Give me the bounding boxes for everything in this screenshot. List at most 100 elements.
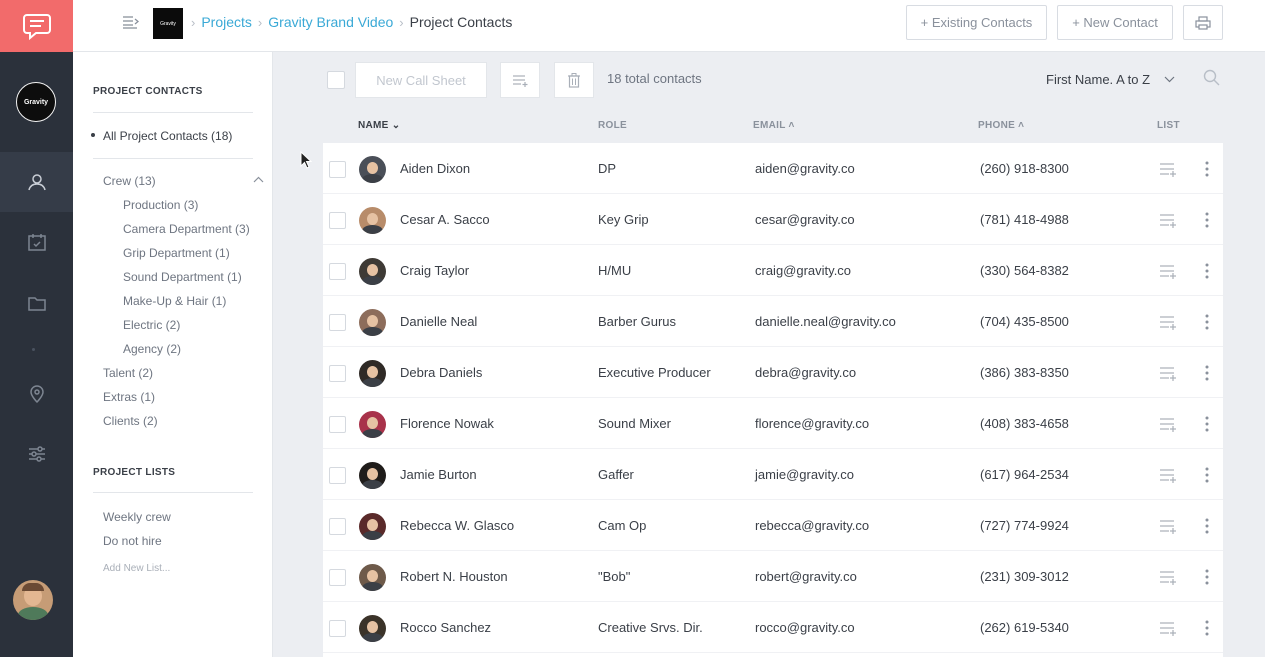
add-to-list-icon[interactable] [1159, 569, 1177, 585]
filter-department[interactable]: Camera Department (3) [123, 222, 250, 236]
delete-button[interactable] [554, 62, 594, 98]
contact-email[interactable]: aiden@gravity.co [755, 161, 855, 176]
search-icon[interactable] [1203, 69, 1220, 86]
new-contact-button[interactable]: + New Contact [1057, 5, 1173, 40]
table-row[interactable]: Jamie Burton Gaffer jamie@gravity.co (61… [323, 449, 1223, 500]
table-row[interactable]: Florence Nowak Sound Mixer florence@grav… [323, 398, 1223, 449]
collapse-menu-icon[interactable] [123, 15, 139, 29]
add-to-list-icon[interactable] [1159, 518, 1177, 534]
contact-email[interactable]: rocco@gravity.co [755, 620, 855, 635]
contact-avatar[interactable] [359, 411, 386, 438]
contact-name[interactable]: Danielle Neal [400, 314, 477, 329]
files-nav[interactable] [0, 273, 73, 333]
contact-email[interactable]: debra@gravity.co [755, 365, 856, 380]
add-to-list-icon[interactable] [1159, 620, 1177, 636]
contact-email[interactable]: rebecca@gravity.co [755, 518, 869, 533]
contact-name[interactable]: Robert N. Houston [400, 569, 508, 584]
more-options-icon[interactable] [1204, 569, 1210, 585]
more-options-icon[interactable] [1204, 365, 1210, 381]
table-row[interactable]: Aiden Dixon DP aiden@gravity.co (260) 91… [323, 143, 1223, 194]
filter-talent[interactable]: Talent (2) [103, 366, 153, 380]
select-all-checkbox[interactable] [327, 71, 345, 89]
add-to-list-icon[interactable] [1159, 263, 1177, 279]
existing-contacts-button[interactable]: + Existing Contacts [906, 5, 1047, 40]
contact-email[interactable]: jamie@gravity.co [755, 467, 854, 482]
row-checkbox[interactable] [329, 569, 346, 586]
more-options-icon[interactable] [1204, 518, 1210, 534]
filter-department[interactable]: Grip Department (1) [123, 246, 230, 260]
filter-all-contacts[interactable]: All Project Contacts (18) [103, 129, 232, 143]
filter-department[interactable]: Agency (2) [123, 342, 181, 356]
contact-avatar[interactable] [359, 462, 386, 489]
contact-avatar[interactable] [359, 258, 386, 285]
contact-avatar[interactable] [359, 309, 386, 336]
contact-avatar[interactable] [359, 564, 386, 591]
calendar-nav[interactable] [0, 212, 73, 272]
contact-name[interactable]: Cesar A. Sacco [400, 212, 490, 227]
row-checkbox[interactable] [329, 161, 346, 178]
add-to-list-icon[interactable] [1159, 161, 1177, 177]
contact-avatar[interactable] [359, 207, 386, 234]
column-header-name[interactable]: NAME ⌄ [358, 120, 400, 131]
more-options-icon[interactable] [1204, 263, 1210, 279]
contact-email[interactable]: cesar@gravity.co [755, 212, 855, 227]
contact-avatar[interactable] [359, 513, 386, 540]
column-header-phone[interactable]: PHONE ˄ [978, 120, 1024, 131]
contact-avatar[interactable] [359, 360, 386, 387]
row-checkbox[interactable] [329, 365, 346, 382]
row-checkbox[interactable] [329, 416, 346, 433]
new-call-sheet-button[interactable]: New Call Sheet [355, 62, 487, 98]
sort-select[interactable]: First Name. A to Z [1046, 72, 1175, 87]
add-list-link[interactable]: Add New List... [103, 563, 170, 574]
breadcrumb-project[interactable]: Gravity Brand Video [268, 14, 393, 30]
row-checkbox[interactable] [329, 620, 346, 637]
app-logo[interactable] [0, 0, 73, 52]
add-to-list-icon[interactable] [1159, 365, 1177, 381]
add-to-list-icon[interactable] [1159, 212, 1177, 228]
table-row[interactable]: Craig Taylor H/MU craig@gravity.co (330)… [323, 245, 1223, 296]
more-options-icon[interactable] [1204, 620, 1210, 636]
contact-name[interactable]: Rocco Sanchez [400, 620, 491, 635]
table-row[interactable]: Rebecca W. Glasco Cam Op rebecca@gravity… [323, 500, 1223, 551]
locations-nav[interactable] [0, 364, 73, 424]
table-row[interactable]: Robert N. Houston "Bob" robert@gravity.c… [323, 551, 1223, 602]
more-options-icon[interactable] [1204, 212, 1210, 228]
project-avatar[interactable]: Gravity [16, 82, 56, 122]
row-checkbox[interactable] [329, 467, 346, 484]
contact-name[interactable]: Craig Taylor [400, 263, 469, 278]
filter-clients[interactable]: Clients (2) [103, 414, 158, 428]
table-row[interactable]: Rocco Sanchez Creative Srvs. Dir. rocco@… [323, 602, 1223, 653]
project-thumbnail[interactable]: Gravity [153, 8, 183, 39]
more-options-icon[interactable] [1204, 161, 1210, 177]
print-button[interactable] [1183, 5, 1223, 40]
column-header-role[interactable]: ROLE [598, 120, 627, 131]
filter-department[interactable]: Production (3) [123, 198, 198, 212]
table-row[interactable]: Debra Daniels Executive Producer debra@g… [323, 347, 1223, 398]
chevron-up-icon[interactable] [253, 176, 264, 183]
contact-name[interactable]: Debra Daniels [400, 365, 482, 380]
more-options-icon[interactable] [1204, 467, 1210, 483]
more-options-icon[interactable] [1204, 314, 1210, 330]
list-item[interactable]: Do not hire [103, 534, 162, 548]
add-to-list-button[interactable] [500, 62, 540, 98]
row-checkbox[interactable] [329, 212, 346, 229]
contact-name[interactable]: Aiden Dixon [400, 161, 470, 176]
user-avatar[interactable] [13, 580, 53, 620]
filter-department[interactable]: Sound Department (1) [123, 270, 242, 284]
contact-email[interactable]: florence@gravity.co [755, 416, 869, 431]
contact-avatar[interactable] [359, 156, 386, 183]
add-to-list-icon[interactable] [1159, 314, 1177, 330]
contact-email[interactable]: craig@gravity.co [755, 263, 851, 278]
more-options-icon[interactable] [1204, 416, 1210, 432]
breadcrumb-projects[interactable]: Projects [201, 14, 252, 30]
filter-crew[interactable]: Crew (13) [103, 174, 156, 188]
filter-extras[interactable]: Extras (1) [103, 390, 155, 404]
row-checkbox[interactable] [329, 263, 346, 280]
contacts-nav[interactable] [0, 152, 73, 212]
list-item[interactable]: Weekly crew [103, 510, 171, 524]
add-to-list-icon[interactable] [1159, 416, 1177, 432]
contact-name[interactable]: Rebecca W. Glasco [400, 518, 514, 533]
contact-name[interactable]: Florence Nowak [400, 416, 494, 431]
contact-email[interactable]: robert@gravity.co [755, 569, 857, 584]
contact-email[interactable]: danielle.neal@gravity.co [755, 314, 896, 329]
